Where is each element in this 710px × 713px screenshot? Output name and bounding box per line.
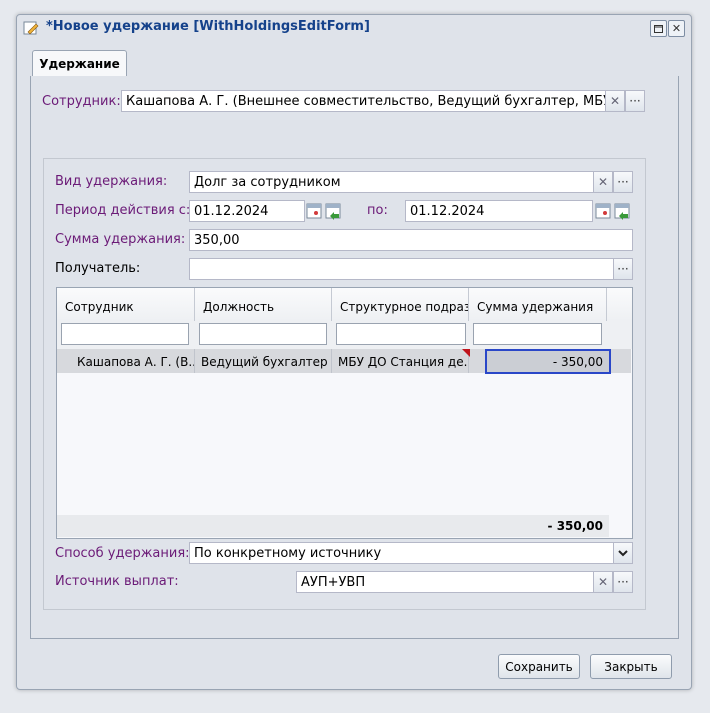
period-from-reset-button[interactable] [324, 200, 342, 222]
tab-strip: Удержание [30, 46, 677, 77]
ellipsis-icon: ··· [617, 175, 629, 189]
calendar-icon [306, 203, 322, 219]
filter-cell-amount [469, 321, 608, 349]
dirty-cell-marker-icon [462, 349, 470, 357]
window-title: *Новое удержание [WithHoldingsEditForm] [46, 19, 370, 34]
close-window-button[interactable]: ✕ [668, 20, 685, 37]
cell-department: МБУ ДО Станция де... [332, 349, 469, 373]
close-icon: ✕ [671, 22, 682, 35]
ellipsis-icon: ··· [629, 94, 641, 108]
employee-select-button[interactable]: ··· [625, 90, 645, 112]
employee-clear-button[interactable]: ✕ [605, 90, 625, 112]
clear-icon: ✕ [597, 575, 609, 589]
column-header-department[interactable]: Структурное подраз... [332, 288, 469, 321]
recipient-label: Получатель: [55, 261, 141, 276]
method-select[interactable]: По конкретному источнику [189, 542, 614, 564]
withholding-grid: Сотрудник Должность Структурное подраз..… [56, 287, 633, 539]
cell-amount-selected[interactable]: - 350,00 [485, 349, 611, 374]
close-button[interactable]: Закрыть [590, 654, 672, 679]
employee-label: Сотрудник: [42, 94, 121, 109]
withholding-type-clear-button[interactable]: ✕ [593, 171, 613, 193]
withholding-type-field[interactable]: Долг за сотрудником [189, 171, 594, 193]
source-label: Источник выплат: [55, 574, 179, 589]
filter-cell-spacer [607, 321, 632, 349]
filter-amount-input[interactable] [473, 323, 602, 345]
tab-withholding[interactable]: Удержание [32, 50, 127, 77]
calendar-icon [595, 203, 611, 219]
maximize-button[interactable] [650, 20, 667, 37]
method-dropdown-button[interactable] [613, 542, 633, 564]
filter-employee-input[interactable] [61, 323, 189, 345]
cell-position: Ведущий бухгалтер [195, 349, 332, 373]
cell-employee: Кашапова А. Г. (В... [57, 349, 195, 373]
filter-cell-employee [57, 321, 196, 349]
amount-field[interactable]: 350,00 [189, 229, 633, 251]
period-to-field[interactable]: 01.12.2024 [405, 200, 593, 222]
clear-icon: ✕ [609, 94, 621, 108]
source-field[interactable]: АУП+УВП [296, 571, 594, 593]
method-label: Способ удержания: [55, 546, 190, 561]
filter-cell-position [195, 321, 333, 349]
save-button[interactable]: Сохранить [498, 654, 580, 679]
withholding-type-label: Вид удержания: [55, 174, 168, 189]
recipient-select-button[interactable]: ··· [613, 258, 633, 280]
period-to-reset-button[interactable] [613, 200, 631, 222]
recipient-field[interactable] [189, 258, 614, 280]
period-to-calendar-button[interactable] [594, 200, 612, 222]
chevron-down-icon [618, 549, 628, 556]
ellipsis-icon: ··· [617, 575, 629, 589]
filter-cell-department [332, 321, 470, 349]
source-select-button[interactable]: ··· [613, 571, 633, 593]
filter-department-input[interactable] [336, 323, 466, 345]
filter-position-input[interactable] [199, 323, 327, 345]
calendar-clear-icon [325, 203, 341, 220]
amount-label: Сумма удержания: [55, 232, 186, 247]
source-clear-button[interactable]: ✕ [593, 571, 613, 593]
grid-total: - 350,00 [57, 515, 609, 537]
period-from-calendar-button[interactable] [305, 200, 323, 222]
maximize-icon [654, 24, 663, 33]
column-header-position[interactable]: Должность [195, 288, 332, 321]
column-header-employee[interactable]: Сотрудник [57, 288, 195, 321]
period-from-field[interactable]: 01.12.2024 [189, 200, 305, 222]
calendar-clear-icon [614, 203, 630, 220]
period-to-label: по: [367, 203, 388, 218]
column-header-amount[interactable]: Сумма удержания [469, 288, 607, 321]
window-titlebar: *Новое удержание [WithHoldingsEditForm] … [17, 15, 691, 42]
period-from-label: Период действия с: [55, 203, 191, 218]
withholding-type-select-button[interactable]: ··· [613, 171, 633, 193]
ellipsis-icon: ··· [617, 262, 629, 276]
edit-form-icon [23, 20, 39, 36]
employee-field[interactable]: Кашапова А. Г. (Внешнее совместительство… [121, 90, 606, 112]
column-header-spacer [607, 288, 632, 321]
clear-icon: ✕ [597, 175, 609, 189]
